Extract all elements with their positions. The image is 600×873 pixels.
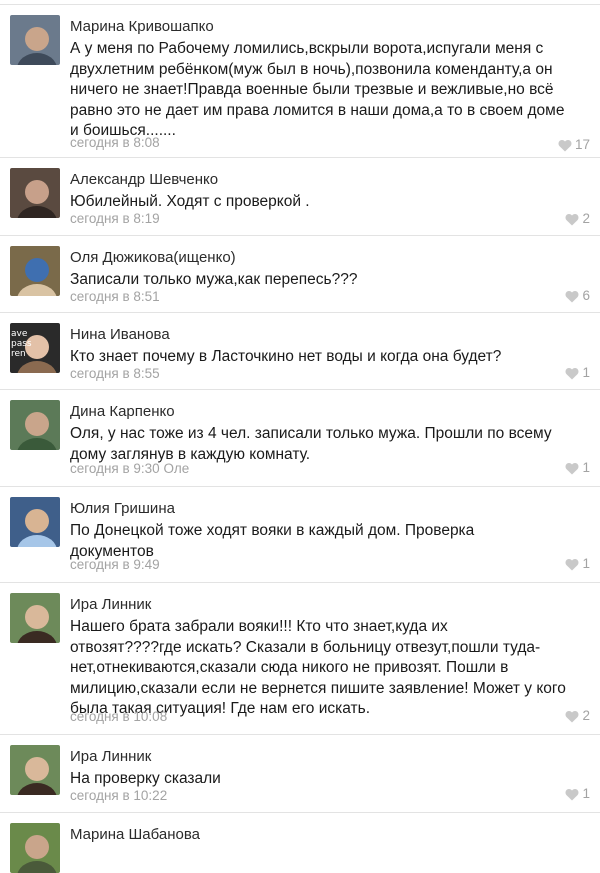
- comment-text-line: милицию,сказали если не вернется пишите …: [70, 679, 566, 697]
- timestamp-text: сегодня в 8:19: [70, 211, 160, 226]
- heart-icon: [558, 139, 572, 152]
- author-name[interactable]: Александр Шевченко: [70, 170, 218, 190]
- avatar[interactable]: [10, 593, 60, 643]
- like-button[interactable]: 1: [565, 364, 590, 382]
- comment-text: Оля, у нас тоже из 4 чел. записали тольк…: [70, 424, 580, 465]
- heart-icon: [565, 558, 579, 571]
- comment-text-line: А у меня по Рабочему ломились,вскрыли во…: [70, 40, 544, 57]
- like-count: 1: [582, 460, 590, 475]
- avatar[interactable]: [10, 168, 60, 218]
- comment-timestamp: сегодня в 8:19: [70, 210, 160, 228]
- comment-item[interactable]: Марина Шабанова: [0, 813, 600, 873]
- avatar[interactable]: [10, 745, 60, 795]
- like-button[interactable]: 17: [558, 136, 590, 154]
- comment-text: А у меня по Рабочему ломились,вскрыли во…: [70, 39, 580, 142]
- svg-text:ave: ave: [11, 329, 28, 339]
- author-name[interactable]: Марина Кривошапко: [70, 17, 214, 37]
- heart-icon: [565, 367, 579, 380]
- svg-text:ren: ren: [11, 349, 26, 359]
- comment-timestamp: сегодня в 10:08: [70, 708, 167, 726]
- comment-item[interactable]: Дина Карпенко Оля, у нас тоже из 4 чел. з…: [0, 390, 600, 487]
- comment-item[interactable]: Оля Дюжикова(ищенко) Записали только мужа…: [0, 236, 600, 313]
- like-button[interactable]: 1: [565, 555, 590, 573]
- like-button[interactable]: 6: [565, 287, 590, 305]
- comment-item[interactable]: Ира Линник На проверку сказали сегодня в 1…: [0, 735, 600, 813]
- like-button[interactable]: 2: [565, 707, 590, 725]
- comment-timestamp: сегодня в 9:30 Оле: [70, 460, 189, 478]
- like-button[interactable]: 1: [565, 459, 590, 477]
- timestamp-text: сегодня в 8:55: [70, 366, 160, 381]
- like-count: 1: [582, 556, 590, 571]
- timestamp-text: сегодня в 8:08: [70, 135, 160, 150]
- like-count: 6: [582, 288, 590, 303]
- comment-text-line: Нашего брата забрали вояки!!! Кто что зн…: [70, 618, 448, 635]
- like-count: 17: [574, 137, 590, 152]
- comment-timestamp: сегодня в 10:22: [70, 787, 167, 805]
- comment-timestamp: сегодня в 8:08: [70, 134, 160, 152]
- avatar[interactable]: [10, 400, 60, 450]
- reply-to-name[interactable]: Оле: [163, 461, 189, 476]
- comment-text-line: По Донецкой тоже ходят вояки в каждый до…: [70, 522, 475, 539]
- avatar[interactable]: [10, 15, 60, 65]
- author-name[interactable]: Ира Линник: [70, 747, 151, 767]
- heart-icon: [565, 462, 579, 475]
- timestamp-text: сегодня в 10:22: [70, 788, 168, 803]
- timestamp-text: сегодня в 9:30: [70, 461, 160, 476]
- author-name[interactable]: Нина Иванова: [70, 325, 170, 345]
- timestamp-text: сегодня в 10:08: [70, 709, 168, 724]
- like-count: 2: [582, 708, 590, 723]
- comment-text-line: ничего не знает!Правда военные были трез…: [70, 81, 554, 98]
- comment-item[interactable]: Александр Шевченко Юбилейный. Ходят с про…: [0, 158, 600, 236]
- comment-item[interactable]: Ира Линник Нашего брата забрали вояки!!! …: [0, 583, 600, 735]
- author-name[interactable]: Дина Карпенко: [70, 402, 175, 422]
- like-count: 1: [582, 365, 590, 380]
- comment-text-line: двухлетним ребёнком(муж был в ночь),позв…: [70, 60, 553, 78]
- avatar[interactable]: [10, 246, 60, 296]
- like-button[interactable]: 2: [565, 210, 590, 228]
- comment-timestamp: сегодня в 8:55: [70, 365, 160, 383]
- comment-timestamp: сегодня в 9:49: [70, 556, 160, 574]
- comment-text: Нашего брата забрали вояки!!! Кто что зн…: [70, 617, 580, 720]
- heart-icon: [565, 213, 579, 226]
- comment-item[interactable]: ave pass ren Нина Иванова Кто знает почему в…: [0, 313, 600, 390]
- author-name[interactable]: Оля Дюжикова(ищенко): [70, 248, 236, 268]
- timestamp-text: сегодня в 9:49: [70, 557, 160, 572]
- author-name[interactable]: Ира Линник: [70, 595, 151, 615]
- comment-timestamp: сегодня в 8:51: [70, 288, 160, 306]
- comment-text-line: равно это не дает им права ломится в наш…: [70, 101, 565, 119]
- like-count: 2: [582, 211, 590, 226]
- like-count: 1: [582, 786, 590, 801]
- author-name[interactable]: Марина Шабанова: [70, 825, 200, 845]
- timestamp-text: сегодня в 8:51: [70, 289, 160, 304]
- heart-icon: [565, 290, 579, 303]
- svg-text:pass: pass: [11, 339, 32, 349]
- heart-icon: [565, 710, 579, 723]
- avatar[interactable]: [10, 823, 60, 873]
- comment-text-line: отвозят????где искать? Сказали в больниц…: [70, 638, 541, 656]
- comment-text-line: Оля, у нас тоже из 4 чел. записали тольк…: [70, 425, 552, 442]
- like-button[interactable]: 1: [565, 785, 590, 803]
- comment-text-line: нет,отнекиваются,сказали сюда никого не …: [70, 659, 509, 676]
- avatar[interactable]: ave pass ren: [10, 323, 60, 373]
- avatar[interactable]: [10, 497, 60, 547]
- heart-icon: [565, 788, 579, 801]
- author-name[interactable]: Юлия Гришина: [70, 499, 175, 519]
- comment-item[interactable]: Марина Кривошапко А у меня по Рабочему ло…: [0, 5, 600, 158]
- comment-item[interactable]: Юлия Гришина По Донецкой тоже ходят вояки…: [0, 487, 600, 583]
